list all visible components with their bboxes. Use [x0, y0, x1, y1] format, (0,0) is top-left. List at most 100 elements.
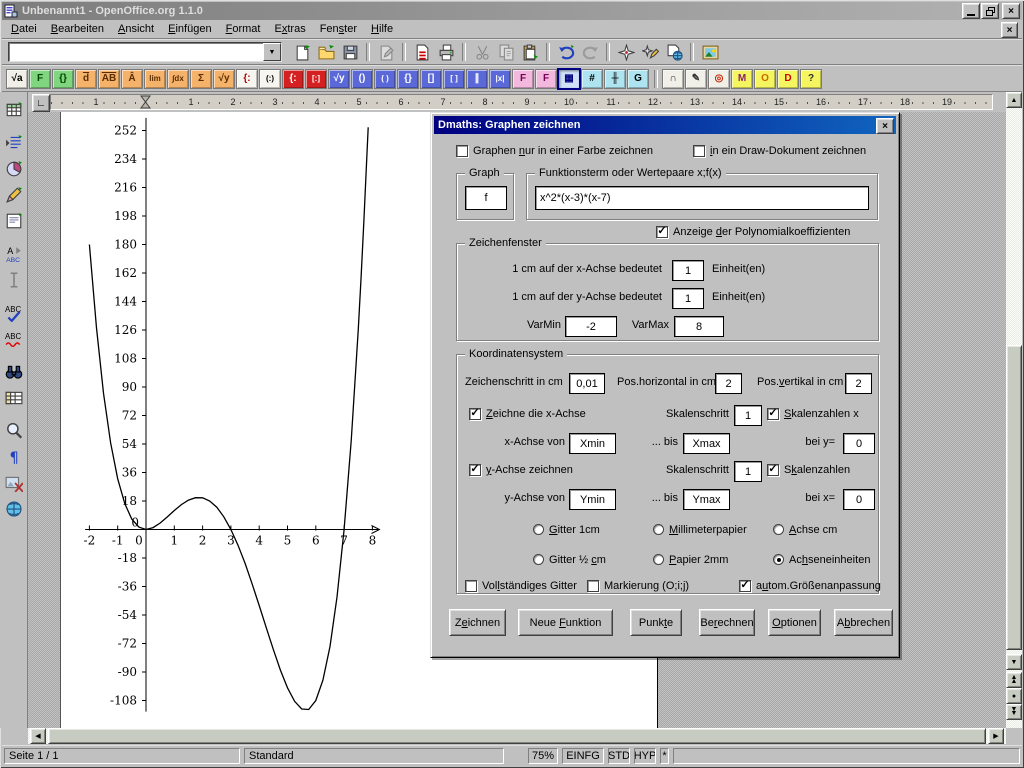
dmaths-paren-small-button[interactable]: () [351, 69, 373, 89]
copy-button[interactable] [494, 41, 518, 63]
cancel-button[interactable]: Abbrechen [834, 609, 893, 636]
dmaths-protractor-button[interactable]: ∩ [662, 69, 684, 89]
step-field[interactable]: 0,01 [569, 373, 605, 394]
dialog-title-bar[interactable]: Dmaths: Graphen zeichnen × [434, 116, 896, 134]
dmaths-f-pink-button[interactable]: F [512, 69, 534, 89]
insert-chart-button[interactable] [2, 157, 26, 181]
scroll-right-button[interactable]: ▶ [988, 728, 1004, 744]
dmaths-f-cursor-button[interactable]: F [535, 69, 557, 89]
paste-button[interactable] [518, 41, 542, 63]
radio-grid-1cm[interactable]: Gitter 1cm [533, 523, 600, 536]
options-button[interactable]: Optionen [768, 609, 821, 636]
restore-button[interactable] [981, 3, 999, 19]
status-cell-4[interactable]: STD [608, 748, 630, 764]
y-scale-field[interactable]: 1 [672, 288, 704, 309]
vertical-scrollbar[interactable]: ▲ ▼ ▲▲ ● ▼▼ [1006, 92, 1022, 728]
data-sources-button[interactable] [2, 386, 26, 410]
dmaths-paren-large-button[interactable]: ( ) [374, 69, 396, 89]
dmaths-bracket-large-button[interactable]: [ ] [443, 69, 465, 89]
scale-step-x-field[interactable]: 1 [734, 405, 762, 426]
insert-frame-button[interactable] [2, 209, 26, 233]
web-layout-button[interactable] [662, 41, 686, 63]
autotext-button[interactable]: AABC [2, 242, 26, 266]
open-button[interactable] [314, 41, 338, 63]
at-y-field[interactable]: 0 [843, 433, 875, 454]
horizontal-ruler[interactable]: 112345678910111213141516171819 [50, 94, 993, 110]
cut-button[interactable] [470, 41, 494, 63]
new-document-button[interactable] [290, 41, 314, 63]
next-page-button[interactable]: ▼▼ [1006, 704, 1022, 720]
redo-button[interactable] [578, 41, 602, 63]
status-cell-2[interactable]: 75% [528, 748, 558, 764]
y-axis-from-field[interactable]: Ymin [569, 489, 616, 510]
spellcheck-button[interactable]: ABC [2, 301, 26, 325]
radio-axis-cm[interactable]: Achse cm [773, 523, 837, 536]
calculate-button[interactable]: Berechnen [699, 609, 755, 636]
url-combobox[interactable]: ▼ [8, 42, 282, 62]
insert-table-button[interactable] [2, 98, 26, 122]
graphics-onoff-button[interactable] [2, 471, 26, 495]
checkbox-one-color[interactable]: Graphen nur in einer Farbe zeichnen [456, 144, 653, 158]
dmaths-integral-button[interactable]: ∫dx [167, 69, 189, 89]
status-cell-0[interactable]: Seite 1 / 1 [4, 748, 240, 764]
checkbox-draw-x-axis[interactable]: Zeichne die x-Achse [469, 407, 586, 421]
dmaths-braces-green-button[interactable]: {} [52, 69, 74, 89]
find-replace-button[interactable] [2, 360, 26, 384]
scale-step-y-field[interactable]: 1 [734, 461, 762, 482]
dmaths-brace-red-button[interactable]: {: [282, 69, 304, 89]
radio-paper-2mm[interactable]: Papier 2mm [653, 553, 728, 566]
combobox-dropdown-button[interactable]: ▼ [263, 43, 281, 61]
navigation-button[interactable]: ● [1006, 688, 1022, 704]
vertical-scroll-thumb[interactable] [1006, 345, 1022, 650]
checkbox-draw-y-axis[interactable]: y-Achse zeichnen [469, 463, 573, 477]
tab-selector-button[interactable]: ∟ [32, 94, 50, 112]
points-button[interactable]: Punkte [630, 609, 682, 636]
dmaths-limit-button[interactable]: lim [144, 69, 166, 89]
dmaths-bracket-red-button[interactable]: [:] [305, 69, 327, 89]
nonprinting-characters-button[interactable]: ¶ [2, 445, 26, 469]
indent-marker[interactable] [140, 95, 151, 109]
menu-bearbeiten[interactable]: Bearbeiten [44, 21, 111, 37]
checkbox-marking-oij[interactable]: Markierung (O;i;j) [587, 579, 689, 593]
dmaths-nth-root-button[interactable]: √a [6, 69, 28, 89]
undo-button[interactable] [554, 41, 578, 63]
new-function-button[interactable]: Neue Funktion [518, 609, 613, 636]
dmaths-spiral-button[interactable]: ◎ [708, 69, 730, 89]
dmaths-graph-window-button[interactable]: ▦ [558, 69, 580, 89]
edit-file-button[interactable] [374, 41, 398, 63]
online-layout-button[interactable] [2, 497, 26, 521]
checkbox-polynomial-coefficients[interactable]: Anzeige der Polynomialkoeffizienten [656, 225, 850, 239]
dmaths-macro-d-button[interactable]: D [777, 69, 799, 89]
checkbox-full-grid[interactable]: Vollständiges Gitter [465, 579, 577, 593]
checkbox-scale-numbers-x[interactable]: Skalenzahlen x [767, 407, 859, 421]
dmaths-bracket-blue-button[interactable]: [] [420, 69, 442, 89]
radio-millimeter-paper[interactable]: Millimeterpapier [653, 523, 747, 536]
draw-functions-button[interactable] [2, 183, 26, 207]
pos-horizontal-field[interactable]: 2 [715, 373, 742, 394]
dmaths-grid-button[interactable]: # [581, 69, 603, 89]
auto-spellcheck-button[interactable]: ABC [2, 327, 26, 351]
pos-vertical-field[interactable]: 2 [845, 373, 872, 394]
print-button[interactable] [434, 41, 458, 63]
dmaths-function-f-button[interactable]: F [29, 69, 51, 89]
dmaths-macro-o-button[interactable]: O [754, 69, 776, 89]
draw-button[interactable]: Zeichnen [449, 609, 506, 636]
dmaths-geometry-g-button[interactable]: G [627, 69, 649, 89]
dmaths-interval-open-button[interactable]: {: [236, 69, 258, 89]
horizontal-scroll-thumb[interactable] [48, 728, 986, 744]
direct-cursor-button[interactable] [2, 268, 26, 292]
dmaths-macro-m-button[interactable]: M [731, 69, 753, 89]
dmaths-brace-blue-button[interactable]: {} [397, 69, 419, 89]
radio-axis-units[interactable]: Achseneinheiten [773, 553, 870, 566]
dmaths-vector-button[interactable]: d [75, 69, 97, 89]
menu-format[interactable]: Format [219, 21, 268, 37]
menu-einfügen[interactable]: Einfügen [161, 21, 218, 37]
function-term-field[interactable]: x^2*(x-3)*(x-7) [535, 186, 869, 210]
dmaths-draw-button[interactable]: ✎ [685, 69, 707, 89]
at-x-field[interactable]: 0 [843, 489, 875, 510]
y-axis-to-field[interactable]: Ymax [683, 489, 730, 510]
gallery-button[interactable] [698, 41, 722, 63]
dmaths-interval-button[interactable]: (:) [259, 69, 281, 89]
menu-fenster[interactable]: Fenster [313, 21, 364, 37]
status-cell-1[interactable]: Standard [244, 748, 504, 764]
